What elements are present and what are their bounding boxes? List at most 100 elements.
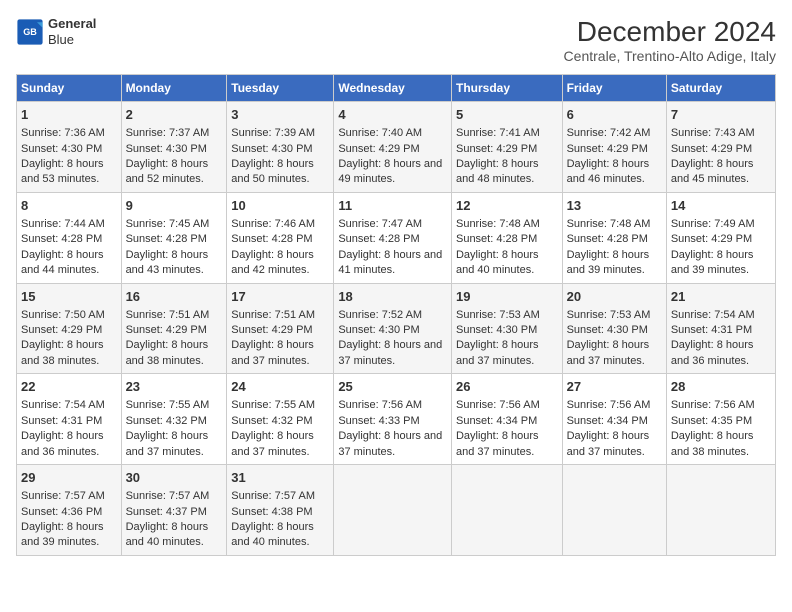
calendar-cell: 8Sunrise: 7:44 AMSunset: 4:28 PMDaylight… — [17, 192, 122, 283]
day-number: 28 — [671, 378, 771, 396]
calendar-cell: 3Sunrise: 7:39 AMSunset: 4:30 PMDaylight… — [227, 102, 334, 193]
calendar-cell: 6Sunrise: 7:42 AMSunset: 4:29 PMDaylight… — [562, 102, 666, 193]
calendar-cell: 26Sunrise: 7:56 AMSunset: 4:34 PMDayligh… — [451, 374, 562, 465]
daylight-label: Daylight: 8 hours and 37 minutes. — [231, 339, 314, 366]
week-row-3: 15 Sunrise: 7:50 AM Sunset: 4:29 PM Dayligh… — [17, 283, 776, 374]
daylight-label: Daylight: 8 hours and 43 minutes. — [126, 249, 209, 276]
daylight-label: Daylight: 8 hours and 38 minutes. — [21, 339, 104, 366]
calendar-cell: 22Sunrise: 7:54 AMSunset: 4:31 PMDayligh… — [17, 374, 122, 465]
sunrise-label: Sunrise: 7:46 AM — [231, 218, 315, 230]
calendar-cell: 20Sunrise: 7:53 AMSunset: 4:30 PMDayligh… — [562, 283, 666, 374]
logo-icon: GB — [16, 18, 44, 46]
day-number: 15 — [21, 288, 117, 306]
sunset-label: Sunset: 4:28 PM — [126, 233, 207, 245]
daylight-label: Daylight: 8 hours and 42 minutes. — [231, 249, 314, 276]
sunrise-label: Sunrise: 7:55 AM — [126, 399, 210, 411]
daylight-label: Daylight: 8 hours and 37 minutes. — [231, 430, 314, 457]
calendar-cell: 12Sunrise: 7:48 AMSunset: 4:28 PMDayligh… — [451, 192, 562, 283]
day-number: 16 — [126, 288, 223, 306]
sunset-label: Sunset: 4:30 PM — [567, 324, 648, 336]
calendar-cell — [451, 465, 562, 556]
sunset-label: Sunset: 4:28 PM — [21, 233, 102, 245]
day-number: 21 — [671, 288, 771, 306]
day-header-friday: Friday — [562, 75, 666, 102]
svg-text:GB: GB — [23, 26, 37, 36]
day-number: 29 — [21, 469, 117, 487]
day-number: 5 — [456, 106, 558, 124]
sunrise-label: Sunrise: 7:42 AM — [567, 127, 651, 139]
sunrise-label: Sunrise: 7:56 AM — [338, 399, 422, 411]
day-number: 10 — [231, 197, 329, 215]
calendar-cell: 25Sunrise: 7:56 AMSunset: 4:33 PMDayligh… — [334, 374, 452, 465]
day-header-wednesday: Wednesday — [334, 75, 452, 102]
sunrise-label: Sunrise: 7:40 AM — [338, 127, 422, 139]
title-area: December 2024 Centrale, Trentino-Alto Ad… — [564, 16, 776, 64]
sunrise-label: Sunrise: 7:37 AM — [126, 127, 210, 139]
daylight-label: Daylight: 8 hours and 50 minutes. — [231, 158, 314, 185]
sunset-label: Sunset: 4:32 PM — [231, 415, 312, 427]
day-header-tuesday: Tuesday — [227, 75, 334, 102]
calendar-cell — [334, 465, 452, 556]
sunset-label: Sunset: 4:30 PM — [338, 324, 419, 336]
week-row-2: 8Sunrise: 7:44 AMSunset: 4:28 PMDaylight… — [17, 192, 776, 283]
sunrise-label: Sunrise: 7:57 AM — [231, 490, 315, 502]
header: GB General Blue December 2024 Centrale, … — [16, 16, 776, 64]
sunrise-label: Sunrise: 7:51 AM — [126, 309, 210, 321]
day-number: 26 — [456, 378, 558, 396]
day-number: 20 — [567, 288, 662, 306]
daylight-label: Daylight: 8 hours and 44 minutes. — [21, 249, 104, 276]
daylight-label: Daylight: 8 hours and 38 minutes. — [671, 430, 754, 457]
sunset-label: Sunset: 4:31 PM — [21, 415, 102, 427]
sunset-label: Sunset: 4:34 PM — [456, 415, 537, 427]
daylight-label: Daylight: 8 hours and 46 minutes. — [567, 158, 650, 185]
sunset-label: Sunset: 4:29 PM — [126, 324, 207, 336]
sunset-label: Sunset: 4:29 PM — [671, 233, 752, 245]
sunset-label: Sunset: 4:30 PM — [456, 324, 537, 336]
sunrise-label: Sunrise: 7:55 AM — [231, 399, 315, 411]
calendar-cell: 15 Sunrise: 7:50 AM Sunset: 4:29 PM Dayligh… — [17, 283, 122, 374]
sunrise-label: Sunrise: 7:48 AM — [456, 218, 540, 230]
day-number: 1 — [21, 106, 117, 124]
sunrise-label: Sunrise: 7:43 AM — [671, 127, 755, 139]
sunset-label: Sunset: 4:28 PM — [338, 233, 419, 245]
day-number: 6 — [567, 106, 662, 124]
sunrise-label: Sunrise: 7:50 AM — [21, 309, 105, 321]
daylight-label: Daylight: 8 hours and 36 minutes. — [671, 339, 754, 366]
day-header-saturday: Saturday — [666, 75, 775, 102]
day-number: 24 — [231, 378, 329, 396]
sunrise-label: Sunrise: 7:56 AM — [456, 399, 540, 411]
day-number: 13 — [567, 197, 662, 215]
daylight-label: Daylight: 8 hours and 38 minutes. — [126, 339, 209, 366]
calendar-cell: 28Sunrise: 7:56 AMSunset: 4:35 PMDayligh… — [666, 374, 775, 465]
daylight-label: Daylight: 8 hours and 39 minutes. — [671, 249, 754, 276]
daylight-label: Daylight: 8 hours and 41 minutes. — [338, 249, 442, 276]
day-number: 31 — [231, 469, 329, 487]
calendar-cell: 9Sunrise: 7:45 AMSunset: 4:28 PMDaylight… — [121, 192, 227, 283]
day-number: 27 — [567, 378, 662, 396]
sunset-label: Sunset: 4:29 PM — [21, 324, 102, 336]
header-row: SundayMondayTuesdayWednesdayThursdayFrid… — [17, 75, 776, 102]
daylight-label: Daylight: 8 hours and 37 minutes. — [567, 430, 650, 457]
daylight-label: Daylight: 8 hours and 37 minutes. — [567, 339, 650, 366]
day-number: 19 — [456, 288, 558, 306]
daylight-label: Daylight: 8 hours and 36 minutes. — [21, 430, 104, 457]
day-number: 2 — [126, 106, 223, 124]
calendar-cell: 18Sunrise: 7:52 AMSunset: 4:30 PMDayligh… — [334, 283, 452, 374]
sunset-label: Sunset: 4:30 PM — [126, 143, 207, 155]
daylight-label: Daylight: 8 hours and 45 minutes. — [671, 158, 754, 185]
day-number: 14 — [671, 197, 771, 215]
daylight-label: Daylight: 8 hours and 40 minutes. — [231, 521, 314, 548]
sunset-label: Sunset: 4:36 PM — [21, 506, 102, 518]
calendar-cell: 2Sunrise: 7:37 AMSunset: 4:30 PMDaylight… — [121, 102, 227, 193]
daylight-label: Daylight: 8 hours and 37 minutes. — [126, 430, 209, 457]
sunset-label: Sunset: 4:29 PM — [338, 143, 419, 155]
calendar-cell: 29Sunrise: 7:57 AMSunset: 4:36 PMDayligh… — [17, 465, 122, 556]
sunrise-label: Sunrise: 7:41 AM — [456, 127, 540, 139]
daylight-label: Daylight: 8 hours and 37 minutes. — [456, 339, 539, 366]
sunrise-label: Sunrise: 7:36 AM — [21, 127, 105, 139]
day-number: 25 — [338, 378, 447, 396]
daylight-label: Daylight: 8 hours and 53 minutes. — [21, 158, 104, 185]
daylight-label: Daylight: 8 hours and 39 minutes. — [567, 249, 650, 276]
sunrise-label: Sunrise: 7:44 AM — [21, 218, 105, 230]
calendar-cell: 17Sunrise: 7:51 AMSunset: 4:29 PMDayligh… — [227, 283, 334, 374]
